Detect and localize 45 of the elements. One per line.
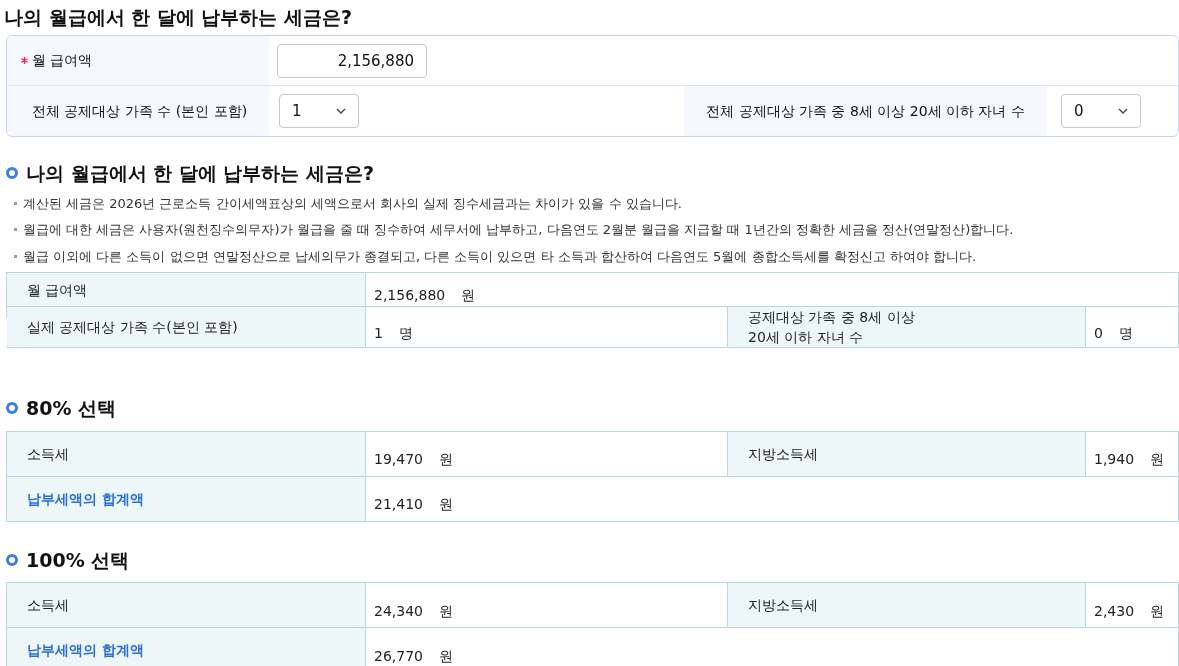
amount-value: 19,470: [374, 450, 423, 469]
unit-text: 원: [1150, 601, 1165, 621]
select-dropdown[interactable]: 1: [279, 94, 359, 128]
amount-value: 2,430: [1094, 601, 1135, 621]
unit-text: 원: [1150, 450, 1165, 469]
unit-text: 원: [439, 450, 453, 469]
field-label: 전체 공제대상 가족 중 8세 이상 20세 이하 자녀 수: [706, 101, 1025, 121]
field-label: 월 급여액: [32, 51, 93, 70]
label-text: 공제대상 가족 중 8세 이상 20세 이하 자녀 수: [748, 308, 915, 347]
unit-text: 원: [461, 286, 476, 305]
amount-value: 1,940: [1094, 450, 1135, 469]
chevron-down-icon: [1118, 108, 1128, 114]
label-text: 소득세: [27, 444, 69, 464]
amount-value: 24,340: [374, 601, 423, 621]
note-text: 월급에 대한 세금은 사용자(원천징수의무자)가 월급을 줄 때 징수하여 세무서에 납부하고, 다음연도 2월분 월급을 지급할 때 1년간의 정확한 세금을 정산(연말정산)합니다.: [23, 221, 1014, 239]
amount-value: 1: [374, 323, 383, 343]
section-heading: 80% 선택: [26, 396, 117, 421]
unit-text: 원: [439, 646, 453, 666]
bullet-icon: [14, 201, 17, 205]
section-heading: 100% 선택: [26, 547, 130, 573]
label-text: 월 급여액: [27, 280, 88, 300]
unit-text: 명: [1118, 323, 1133, 343]
note-text: 계산된 세금은 2026년 근로소득 간이세액표상의 세액으로서 회사의 실제 징수세금과는 차이가 있을 수 있습니다.: [23, 194, 682, 213]
page-title: 나의 월급에서 한 달에 납부하는 세금은?: [3, 5, 353, 30]
amount-value: 2,156,880: [374, 286, 446, 305]
amount-value: 0: [1094, 323, 1103, 343]
bullet-icon: [14, 228, 17, 232]
note-text: 월급 이외에 다른 소득이 없으면 연말정산으로 납세의무가 종결되고, 다른 소득이 있으면 타 소득과 합산하여 다음연도 5월에 종합소득세를 확정신고 하여야 합니다.: [23, 247, 977, 266]
bullet-icon: [14, 254, 17, 258]
label-text: 지방소득세: [748, 596, 818, 615]
label-text: 소득세: [27, 596, 69, 615]
amount-value: 21,410: [374, 495, 423, 514]
unit-text: 명: [398, 323, 413, 343]
label-text: 실제 공제대상 가족 수(본인 포함): [27, 318, 238, 337]
section-heading: 나의 월급에서 한 달에 납부하는 세금은?: [26, 161, 375, 186]
label-text: 납부세액의 합계액: [27, 489, 144, 509]
amount-value: 26,770: [374, 646, 423, 666]
label-text: 납부세액의 합계액: [27, 641, 144, 660]
salary-input[interactable]: 2,156,880: [277, 43, 427, 78]
label-text: 지방소득세: [748, 444, 818, 464]
field-label: 전체 공제대상 가족 수 (본인 포함): [32, 101, 248, 121]
unit-text: 원: [439, 601, 453, 621]
chevron-down-icon: [336, 108, 346, 114]
select-dropdown[interactable]: 0: [1061, 94, 1141, 128]
unit-text: 원: [439, 495, 453, 514]
